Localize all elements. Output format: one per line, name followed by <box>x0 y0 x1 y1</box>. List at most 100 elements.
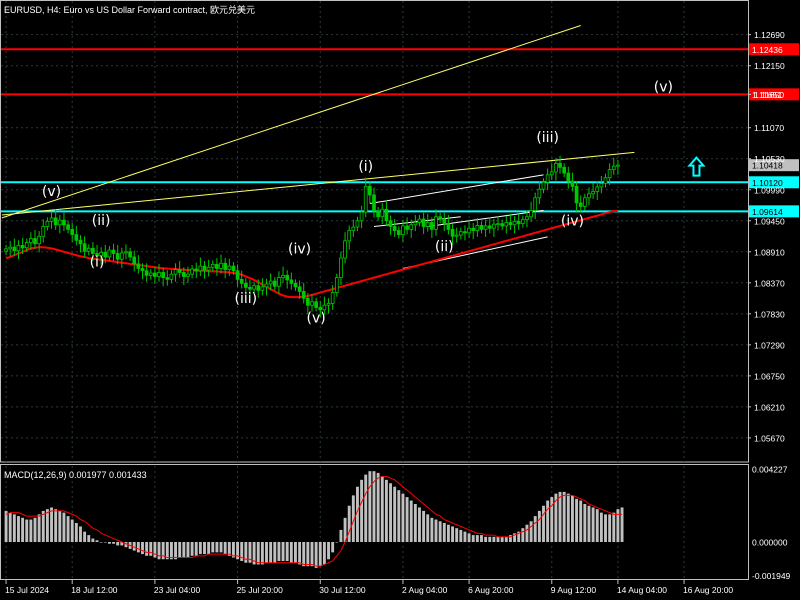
y-tick-label: 1.07290 <box>754 340 785 350</box>
macd-bar <box>285 542 289 561</box>
x-tick-label: 16 Aug 20:00 <box>683 585 733 595</box>
candle-body <box>351 226 356 231</box>
candle-body <box>562 166 567 174</box>
macd-bar <box>339 529 343 542</box>
candle-body <box>578 202 583 207</box>
macd-bar <box>194 542 198 556</box>
candle-body <box>326 303 331 306</box>
macd-bar <box>306 542 310 567</box>
candle-body <box>256 285 261 291</box>
macd-bar <box>174 542 178 560</box>
macd-bar <box>8 512 12 542</box>
macd-bar <box>70 519 74 542</box>
candle-body <box>144 270 149 276</box>
candle-body <box>376 210 380 218</box>
candle-body <box>29 238 33 243</box>
macd-bar <box>467 533 471 542</box>
macd-bar <box>566 493 570 542</box>
macd-bar <box>347 505 351 542</box>
chart-title: EURUSD, H4: Euro vs US Dollar Forward co… <box>4 5 256 15</box>
macd-bar <box>368 471 372 542</box>
candle-body <box>570 180 575 187</box>
macd-bar <box>198 542 202 555</box>
candle-body <box>566 172 571 182</box>
candle-body <box>289 279 294 284</box>
macd-bar <box>112 542 115 544</box>
macd-bar <box>182 542 186 558</box>
candle-body <box>450 228 455 237</box>
candle-body <box>401 225 405 235</box>
candle-body <box>285 274 290 281</box>
candle-body <box>153 272 157 277</box>
candle-body <box>177 269 182 273</box>
macd-bar <box>389 483 392 542</box>
candle-body <box>438 216 442 220</box>
macd-bar <box>149 542 153 556</box>
candle-body <box>574 185 579 204</box>
macd-bar <box>459 529 463 542</box>
wave-label: (ii) <box>92 213 111 229</box>
candle-body <box>558 162 562 168</box>
macd-bar <box>29 519 33 542</box>
macd-bar <box>496 536 500 542</box>
candle-body <box>248 286 252 290</box>
candle-body <box>496 223 500 226</box>
candle-body <box>471 227 476 231</box>
macd-bar <box>393 486 397 542</box>
candle-body <box>463 231 467 234</box>
price-chart[interactable]: 1.124361.116511.104181.101201.09614 (v)(… <box>0 0 800 600</box>
macd-bar <box>575 498 579 542</box>
candle-body <box>343 240 347 259</box>
macd-bar <box>562 491 566 542</box>
macd-bar <box>376 472 380 542</box>
candle-body <box>49 217 54 222</box>
candle-body <box>264 283 269 288</box>
candle-body <box>388 220 393 227</box>
candle-body <box>508 222 513 226</box>
candle-body <box>252 285 256 290</box>
macd-bar <box>277 542 281 561</box>
candle-body <box>330 292 335 304</box>
candle-body <box>128 251 132 258</box>
candle-body <box>384 208 389 222</box>
macd-bar <box>409 500 413 542</box>
macd-bar <box>418 507 421 542</box>
candle-body <box>549 171 554 176</box>
candle-body <box>301 291 306 299</box>
candle-body <box>45 220 50 227</box>
candle-body <box>91 247 95 254</box>
candle-body <box>86 247 91 252</box>
candle-body <box>235 270 240 280</box>
candle-body <box>107 249 112 258</box>
candle-body <box>115 253 120 260</box>
macd-bar <box>546 500 550 542</box>
candle-body <box>380 208 385 218</box>
macd-bar <box>66 516 70 542</box>
macd-y-tick-label: -0.001949 <box>752 571 791 581</box>
candle-body <box>148 272 153 276</box>
macd-bar <box>256 542 260 565</box>
candle-body <box>70 228 75 235</box>
macd-bar <box>107 542 111 544</box>
candle-body <box>66 224 70 230</box>
candle-body <box>310 301 314 306</box>
macd-bar <box>25 519 29 542</box>
candle-body <box>194 268 199 272</box>
candle-body <box>405 225 409 230</box>
candle-body <box>140 268 145 272</box>
candle-body <box>322 304 327 311</box>
macd-bar <box>260 542 264 565</box>
candle-body <box>458 231 463 236</box>
candle-body <box>37 235 41 245</box>
macd-bar <box>570 495 574 542</box>
wave-label: (iv) <box>288 242 311 258</box>
candle-body <box>442 218 447 225</box>
macd-bar <box>91 538 95 542</box>
macd-bar <box>480 535 483 542</box>
wave-label: (v) <box>307 310 326 326</box>
macd-y-tick-label: 0.004227 <box>752 464 788 474</box>
candle-body <box>611 165 616 171</box>
candle-body <box>599 183 604 188</box>
macd-bar <box>604 514 607 542</box>
candle-body <box>314 301 318 308</box>
